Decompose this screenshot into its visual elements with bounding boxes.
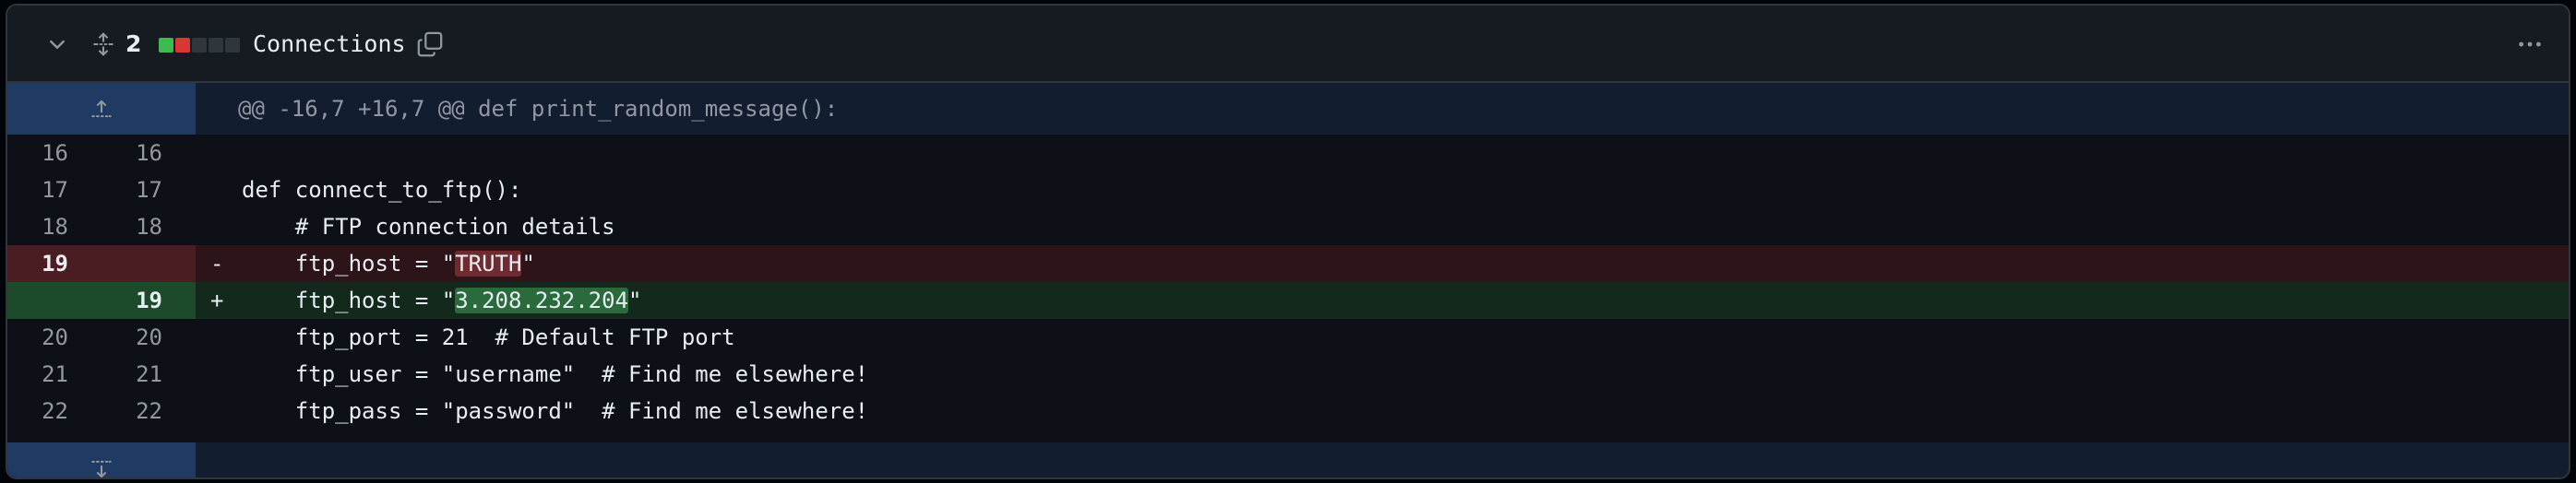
change-count: 2 xyxy=(125,30,142,57)
spacer-row xyxy=(7,430,2569,442)
unfold-icon[interactable] xyxy=(83,24,124,65)
diffstat-block xyxy=(175,38,190,53)
context-line: 17 17 def connect_to_ftp(): xyxy=(7,171,2569,208)
deletion-marker: - xyxy=(210,251,224,277)
diffstat xyxy=(159,38,240,53)
diffstat-block xyxy=(225,38,240,53)
old-line-number[interactable]: 16 xyxy=(7,135,101,171)
context-line: 16 16 xyxy=(7,135,2569,171)
removed-text-highlight: TRUTH xyxy=(455,251,522,277)
diff-body: @@ -16,7 +16,7 @@ def print_random_messa… xyxy=(7,83,2569,477)
kebab-horizontal-icon[interactable] xyxy=(2510,24,2550,65)
old-line-number[interactable]: 18 xyxy=(7,208,101,245)
diff-file: 2 Connections @@ -16,7 +16,7 @@ def prin… xyxy=(6,4,2570,479)
old-line-number[interactable]: 21 xyxy=(7,356,101,393)
context-line: 21 21 ftp_user = "username" # Find me els… xyxy=(7,356,2569,393)
line-marker xyxy=(196,171,238,208)
old-line-number[interactable]: 19 xyxy=(7,245,101,282)
code-text: def connect_to_ftp(): xyxy=(242,177,522,203)
new-line-number[interactable]: 17 xyxy=(101,171,196,208)
new-line-number[interactable]: 20 xyxy=(101,319,196,356)
added-line: 19 + ftp_host = "3.208.232.204" xyxy=(7,282,2569,319)
code-text: ftp_host = "3.208.232.204" xyxy=(238,282,641,319)
copy-icon[interactable] xyxy=(410,24,450,65)
addition-marker: + xyxy=(210,288,224,313)
file-name[interactable]: Connections xyxy=(253,28,406,61)
diffstat-block xyxy=(209,38,223,53)
code-text: ftp_port = 21 # Default FTP port xyxy=(242,324,735,350)
expand-down-icon xyxy=(91,460,112,477)
old-line-number[interactable]: 17 xyxy=(7,171,101,208)
chevron-down-icon[interactable] xyxy=(37,24,78,65)
code-text: ftp_host = "TRUTH" xyxy=(238,245,535,282)
code-segment: ftp_host = " xyxy=(242,288,456,313)
expand-up-icon xyxy=(91,100,112,118)
old-line-number[interactable]: 20 xyxy=(7,319,101,356)
new-line-number[interactable] xyxy=(101,245,196,282)
diffstat-block xyxy=(159,38,173,53)
context-line: 18 18 # FTP connection details xyxy=(7,208,2569,245)
line-marker xyxy=(196,208,238,245)
diffstat-block xyxy=(192,38,207,53)
context-line: 22 22 ftp_pass = "password" # Find me els… xyxy=(7,393,2569,430)
expand-down-row xyxy=(7,442,2569,477)
line-marker xyxy=(196,319,238,356)
added-text-highlight: 3.208.232.204 xyxy=(455,288,629,313)
expand-up-button[interactable] xyxy=(7,83,196,135)
line-marker xyxy=(196,135,238,171)
code-text: ftp_user = "username" # Find me elsewher… xyxy=(242,361,869,387)
new-line-number[interactable]: 21 xyxy=(101,356,196,393)
code-text: ftp_pass = "password" # Find me elsewher… xyxy=(242,398,869,424)
deleted-line: 19 - ftp_host = "TRUTH" xyxy=(7,245,2569,282)
expand-down-button[interactable] xyxy=(7,442,196,477)
line-marker xyxy=(196,356,238,393)
context-line: 20 20 ftp_port = 21 # Default FTP port xyxy=(7,319,2569,356)
new-line-number[interactable]: 16 xyxy=(101,135,196,171)
code-segment: " xyxy=(521,251,535,277)
new-line-number[interactable]: 18 xyxy=(101,208,196,245)
code-text: # FTP connection details xyxy=(242,214,615,240)
diff-lines: 16 16 17 17 def connect_to_ftp(): 18 18 # FTP … xyxy=(7,135,2569,430)
hunk-header-row: @@ -16,7 +16,7 @@ def print_random_messa… xyxy=(7,83,2569,135)
new-line-number[interactable]: 19 xyxy=(101,282,196,319)
new-line-number[interactable]: 22 xyxy=(101,393,196,430)
old-line-number[interactable]: 22 xyxy=(7,393,101,430)
code-segment: ftp_host = " xyxy=(242,251,456,277)
file-header: 2 Connections xyxy=(7,6,2569,83)
old-line-number[interactable] xyxy=(7,282,101,319)
hunk-header: @@ -16,7 +16,7 @@ def print_random_messa… xyxy=(196,83,2569,135)
line-marker xyxy=(196,393,238,430)
code-segment: " xyxy=(628,288,642,313)
